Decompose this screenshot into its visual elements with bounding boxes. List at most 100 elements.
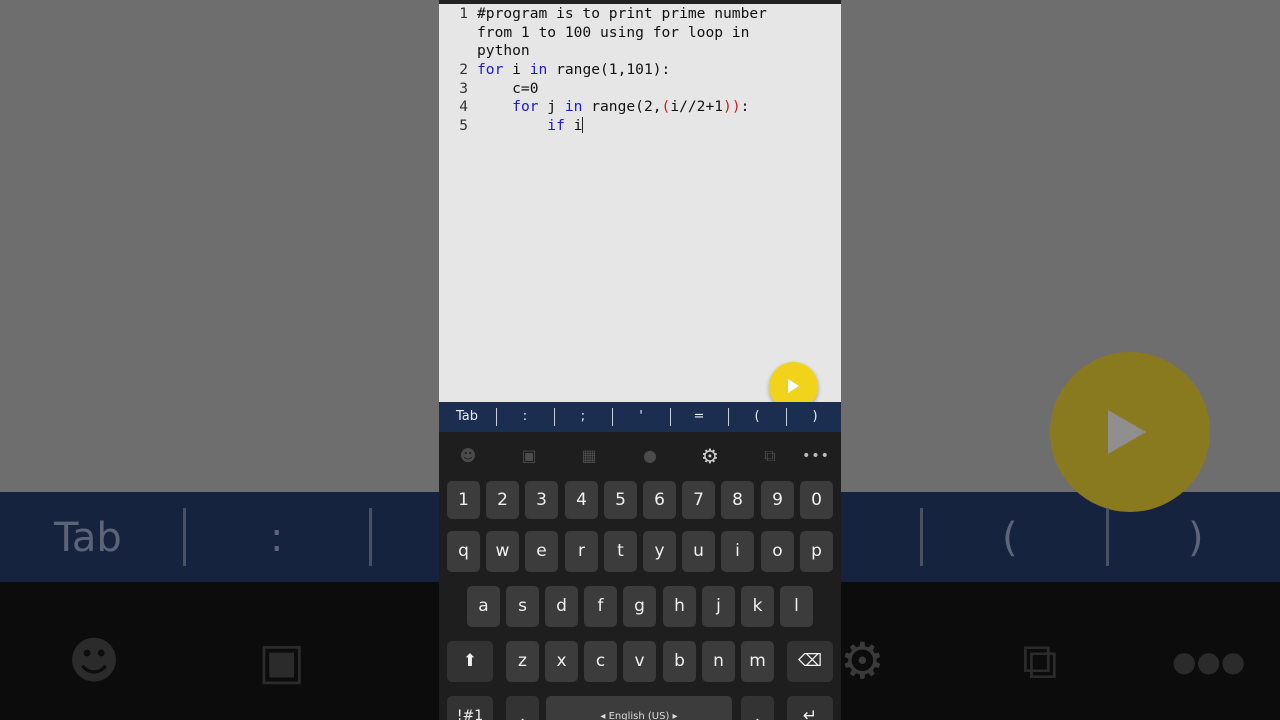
bg-lparen-label: ( <box>1002 515 1018 561</box>
space-language-label: English (US) <box>608 711 670 720</box>
comma-key[interactable]: , <box>506 696 539 720</box>
key-a[interactable]: a <box>467 586 500 627</box>
symbol-semicolon-key[interactable]: ; <box>563 402 603 432</box>
code-text: if i <box>477 116 584 136</box>
sticker-icon[interactable]: ▣ <box>514 444 544 468</box>
bg-separator <box>183 508 186 566</box>
space-bar[interactable]: ◂ English (US) ▸ <box>546 696 732 720</box>
code-token: : <box>740 98 750 116</box>
key-0[interactable]: 0 <box>800 481 833 519</box>
key-4[interactable]: 4 <box>565 481 598 519</box>
bg-translate-icon: ⧉ <box>1022 632 1058 690</box>
key-c[interactable]: c <box>584 641 617 682</box>
microphone-icon[interactable]: ● <box>635 444 665 468</box>
key-k[interactable]: k <box>741 586 774 627</box>
bg-tab-label: Tab <box>54 515 122 561</box>
code-token: i <box>503 61 530 78</box>
key-g[interactable]: g <box>623 586 656 627</box>
key-t[interactable]: t <box>604 531 637 572</box>
symbol-separator <box>554 408 555 426</box>
line-number: 3 <box>459 79 468 97</box>
phone-screen: 1 #program is to print prime number fr o m… <box>439 0 841 720</box>
more-options-icon[interactable]: ••• <box>801 444 831 468</box>
bg-rparen-label: ) <box>1188 515 1204 561</box>
key-w[interactable]: w <box>486 531 519 572</box>
key-x[interactable]: x <box>545 641 578 682</box>
key-p[interactable]: p <box>800 531 833 572</box>
key-3[interactable]: 3 <box>525 481 558 519</box>
code-token: i//2+1 <box>670 98 724 116</box>
key-i[interactable]: i <box>721 531 754 572</box>
key-s[interactable]: s <box>506 586 539 627</box>
symbols-key[interactable]: !#1 <box>447 696 493 720</box>
code-text: #program is to print prime number <box>477 5 767 22</box>
on-screen-keyboard: ☻ ▣ ▦ ● ⚙ ⧉ ••• 1 2 3 4 5 6 7 8 9 0 q w … <box>439 432 841 720</box>
symbol-rparen-key[interactable]: ) <box>795 402 835 432</box>
period-key[interactable]: . <box>741 696 774 720</box>
translate-icon[interactable]: ⧉ <box>755 444 785 468</box>
symbol-quote-key[interactable]: ' <box>621 402 661 432</box>
key-y[interactable]: y <box>643 531 676 572</box>
symbol-equals-key[interactable]: = <box>679 402 719 432</box>
key-z[interactable]: z <box>506 641 539 682</box>
code-token: j <box>538 98 565 116</box>
key-e[interactable]: e <box>525 531 558 572</box>
code-token: i <box>564 116 583 134</box>
key-5[interactable]: 5 <box>604 481 637 519</box>
key-6[interactable]: 6 <box>643 481 676 519</box>
line-number: 2 <box>459 61 468 78</box>
key-v[interactable]: v <box>623 641 656 682</box>
code-area[interactable]: 1 #program is to print prime number from… <box>439 5 841 135</box>
key-j[interactable]: j <box>702 586 735 627</box>
symbol-separator <box>612 408 613 426</box>
line-number: 4 <box>459 98 468 116</box>
key-8[interactable]: 8 <box>721 481 754 519</box>
line-number: 1 <box>459 5 468 22</box>
bg-sticker-icon: ▣ <box>258 632 306 690</box>
key-d[interactable]: d <box>545 586 578 627</box>
symbol-separator <box>496 408 497 426</box>
keyword: in <box>564 98 583 116</box>
keyword: if <box>547 116 565 134</box>
bracket-highlight: )) <box>723 98 741 116</box>
code-line[interactable]: 1 #program is to print prime number from… <box>439 5 841 61</box>
code-line[interactable]: 4 for j in range(2,(i//2+1)): <box>439 98 841 117</box>
key-b[interactable]: b <box>663 641 696 682</box>
key-n[interactable]: n <box>702 641 735 682</box>
key-r[interactable]: r <box>565 531 598 572</box>
enter-key[interactable]: ↵ <box>787 696 833 720</box>
emoji-icon[interactable]: ☻ <box>453 444 483 468</box>
key-1[interactable]: 1 <box>447 481 480 519</box>
key-2[interactable]: 2 <box>486 481 519 519</box>
symbol-colon-key[interactable]: : <box>505 402 545 432</box>
bg-more-icon: ●●● <box>1172 645 1246 678</box>
symbol-tab-key[interactable]: Tab <box>447 402 487 432</box>
key-9[interactable]: 9 <box>761 481 794 519</box>
code-line[interactable]: 3 c=0 <box>439 80 841 99</box>
code-editor[interactable]: 1 #program is to print prime number from… <box>439 4 841 411</box>
gif-icon[interactable]: ▦ <box>574 444 604 468</box>
key-m[interactable]: m <box>741 641 774 682</box>
code-line[interactable]: 5 if i <box>439 116 841 136</box>
bg-play-icon <box>1108 410 1146 454</box>
backspace-key[interactable]: ⌫ <box>787 641 833 682</box>
bracket-highlight: ( <box>661 98 671 116</box>
symbol-separator <box>670 408 671 426</box>
key-7[interactable]: 7 <box>682 481 715 519</box>
key-o[interactable]: o <box>761 531 794 572</box>
key-h[interactable]: h <box>663 586 696 627</box>
code-text: for j in range(2,(i//2+1)): <box>477 98 749 117</box>
key-u[interactable]: u <box>682 531 715 572</box>
settings-gear-icon[interactable]: ⚙ <box>695 444 725 468</box>
key-f[interactable]: f <box>584 586 617 627</box>
shift-key[interactable]: ⬆ <box>447 641 493 682</box>
code-token: range(2, <box>582 98 662 116</box>
key-l[interactable]: l <box>780 586 813 627</box>
symbol-lparen-key[interactable]: ( <box>737 402 777 432</box>
key-q[interactable]: q <box>447 531 480 572</box>
code-line[interactable]: 2 for i in range(1,101): <box>439 61 841 80</box>
symbol-bar: Tab : ; ' = ( ) <box>439 402 841 432</box>
keyword: for <box>477 61 504 78</box>
